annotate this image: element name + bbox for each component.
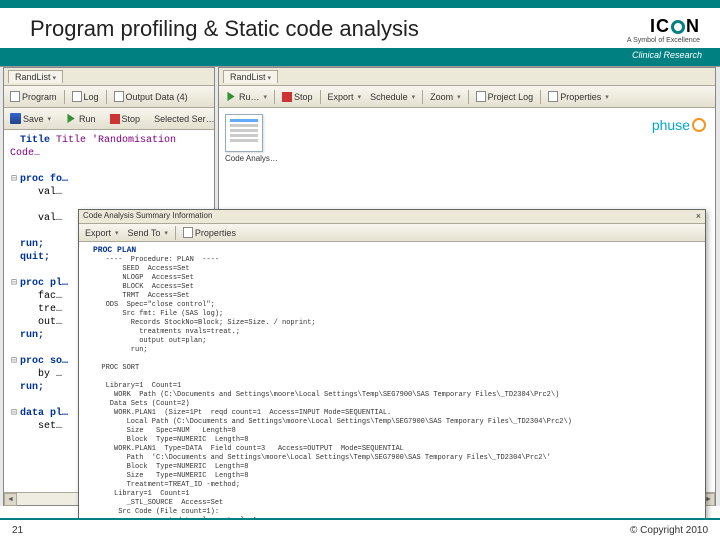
code-analysis-popup: Code Analysis Summary Information × Expo… bbox=[78, 209, 706, 519]
left-tab-row: RandList▾ bbox=[4, 68, 214, 86]
chevron-down-icon: ▾ bbox=[53, 75, 57, 82]
project-log-button[interactable]: Project Log bbox=[473, 90, 537, 103]
code-line: val… bbox=[10, 186, 208, 199]
stop-button-left[interactable]: Stop bbox=[107, 113, 144, 125]
page-icon bbox=[10, 91, 20, 102]
close-icon[interactable]: × bbox=[696, 211, 701, 222]
clinical-research-label: Clinical Research bbox=[632, 50, 702, 60]
code-line: ⊟proc fo… bbox=[10, 173, 208, 186]
workspace: RandList▾ Program Log Output Data (4) Sa… bbox=[0, 66, 720, 506]
teal-band: Clinical Research bbox=[0, 48, 720, 66]
run-button-left[interactable]: Run bbox=[62, 112, 99, 126]
scroll-left-icon[interactable]: ◄ bbox=[4, 493, 17, 506]
save-button[interactable]: Save▾ bbox=[7, 112, 54, 125]
popup-titlebar: Code Analysis Summary Information × bbox=[79, 210, 705, 224]
right-toolbar: Ru…▾ Stop Export▾ Schedule▾ Zoom▾ Projec… bbox=[219, 86, 715, 108]
tab-randlist-left[interactable]: RandList▾ bbox=[8, 70, 63, 83]
code-node-label: Code Analys… bbox=[219, 152, 715, 163]
properties-icon bbox=[183, 227, 193, 238]
popup-body[interactable]: PROC PLAN ---- Procedure: PLAN ---- SEED… bbox=[79, 242, 705, 530]
code-node-icon[interactable] bbox=[225, 114, 263, 152]
popup-toolbar: Export▾ Send To▾ Properties bbox=[79, 224, 705, 242]
chevron-down-icon: ▾ bbox=[268, 75, 272, 82]
header-accent bbox=[0, 0, 720, 8]
left-toolbar-2: Save▾ Run Stop Selected Ser… bbox=[4, 108, 214, 130]
properties-button[interactable]: Properties▾ bbox=[545, 90, 612, 103]
tab-randlist-right[interactable]: RandList▾ bbox=[223, 70, 278, 83]
run-icon bbox=[225, 91, 237, 103]
schedule-button[interactable]: Schedule▾ bbox=[367, 91, 418, 103]
popup-title-text: Code Analysis Summary Information bbox=[83, 211, 212, 222]
code-line: Title Title 'Randomisation Code… bbox=[10, 134, 208, 160]
log-icon bbox=[72, 91, 82, 102]
copyright: © Copyright 2010 bbox=[630, 525, 708, 536]
save-icon bbox=[10, 113, 21, 124]
icon-logo-text: ICN bbox=[627, 16, 700, 37]
properties-icon bbox=[548, 91, 558, 102]
selected-button[interactable]: Selected Ser… bbox=[151, 113, 214, 125]
popup-text: ---- Procedure: PLAN ---- SEED Access=Se… bbox=[93, 256, 572, 525]
popup-sendto-button[interactable]: Send To▾ bbox=[125, 227, 171, 239]
output-data-button[interactable]: Output Data (4) bbox=[111, 90, 191, 103]
zoom-button[interactable]: Zoom▾ bbox=[427, 91, 464, 103]
footer: 21 © Copyright 2010 bbox=[0, 518, 720, 540]
brand-logo: ICN A Symbol of Excellence bbox=[627, 16, 700, 44]
slide-title: Program profiling & Static code analysis bbox=[30, 16, 419, 42]
icon-logo-tagline: A Symbol of Excellence bbox=[627, 37, 700, 44]
page-number: 21 bbox=[12, 525, 23, 536]
export-button[interactable]: Export▾ bbox=[325, 91, 365, 103]
run-button-right[interactable]: Ru…▾ bbox=[222, 90, 270, 104]
run-icon bbox=[65, 113, 77, 125]
flow-canvas[interactable]: Code Analys… bbox=[219, 114, 715, 163]
stop-button-right[interactable]: Stop bbox=[279, 91, 316, 103]
projectlog-icon bbox=[476, 91, 486, 102]
popup-export-button[interactable]: Export▾ bbox=[82, 227, 122, 239]
popup-properties-button[interactable]: Properties bbox=[180, 226, 239, 239]
right-tab-row: RandList▾ bbox=[219, 68, 715, 86]
phuse-ring-icon bbox=[692, 118, 706, 132]
stop-icon bbox=[282, 92, 292, 102]
output-icon bbox=[114, 91, 124, 102]
left-toolbar-1: Program Log Output Data (4) bbox=[4, 86, 214, 108]
title-area: Program profiling & Static code analysis… bbox=[0, 8, 720, 48]
program-button[interactable]: Program bbox=[7, 90, 60, 103]
log-button[interactable]: Log bbox=[69, 90, 102, 103]
phuse-badge: phuse bbox=[652, 117, 706, 133]
popup-section-header: PROC PLAN bbox=[93, 246, 136, 255]
stop-icon bbox=[110, 114, 120, 124]
